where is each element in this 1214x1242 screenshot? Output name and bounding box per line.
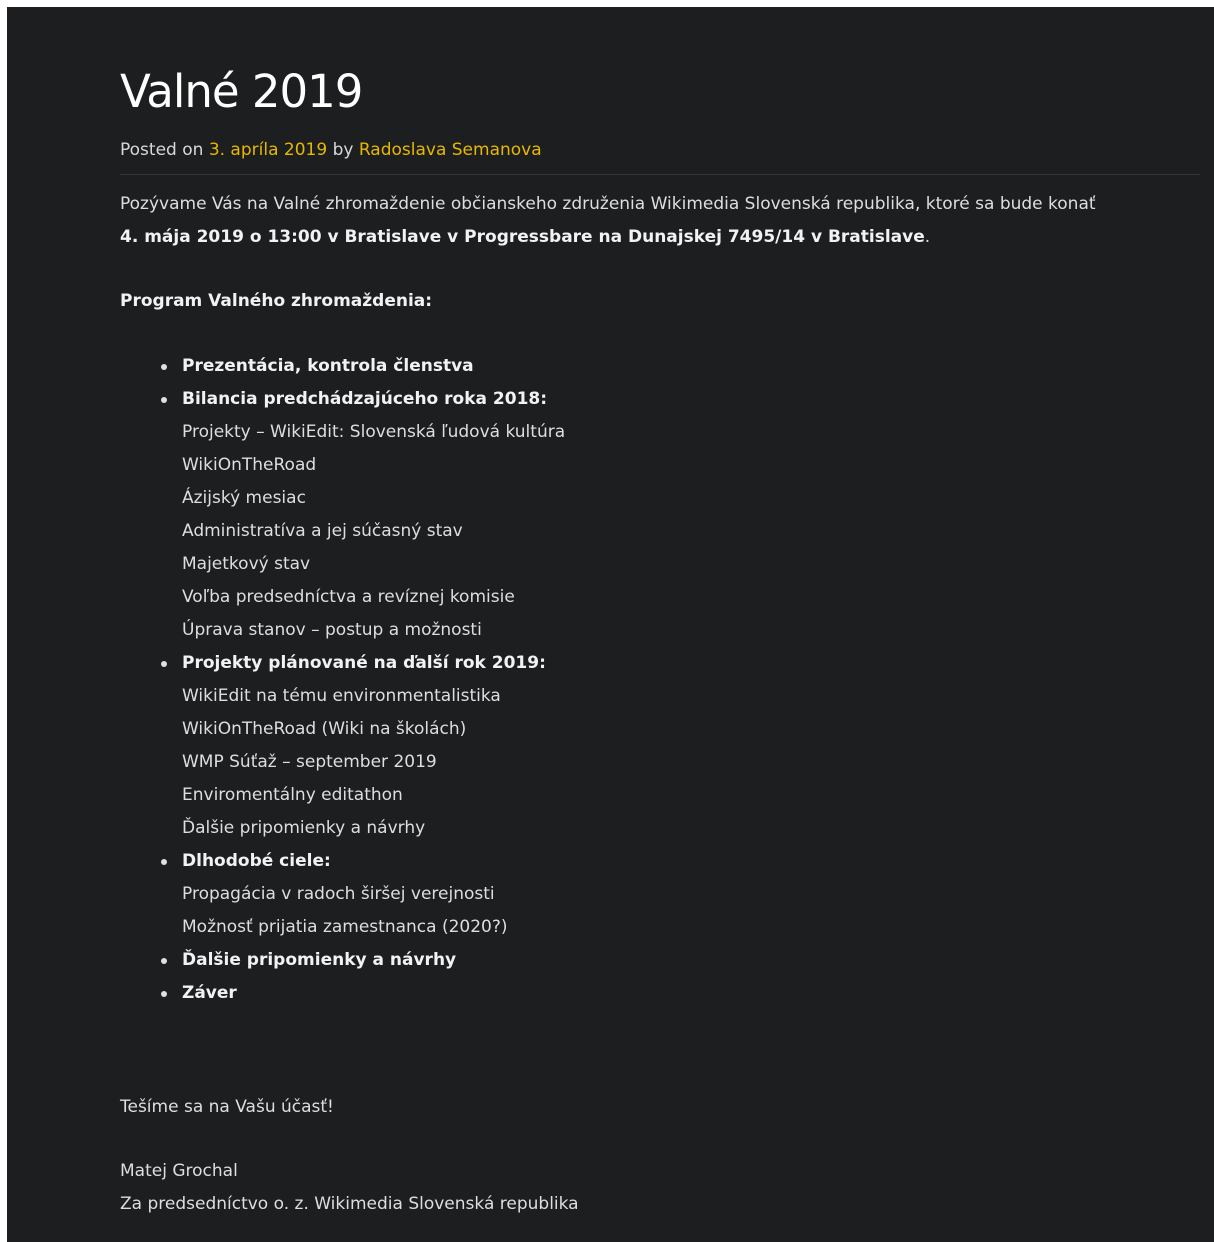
bullet-icon [161, 661, 167, 667]
bullet-icon [161, 859, 167, 865]
agenda-item-heading: Ďalšie pripomienky a návrhy [182, 950, 457, 970]
bullet-icon [161, 958, 167, 964]
agenda-subitem: WikiOnTheRoad (Wiki na školách) [182, 719, 467, 739]
agenda-item: Projekty plánované na ďalší rok 2019: Wik… [120, 647, 1200, 845]
agenda-subitem: Majetkový stav [182, 554, 311, 574]
agenda-subitem: Možnosť prijatia zamestnanca (2020?) [182, 917, 508, 937]
agenda-item: Bilancia predchádzajúceho roka 2018: Proj… [120, 383, 1200, 647]
agenda-item: Ďalšie pripomienky a návrhy [120, 944, 1200, 977]
agenda-item: Dlhodobé ciele: Propagácia v radoch širše… [120, 845, 1200, 944]
post-author-link[interactable]: Radoslava Semanova [359, 140, 542, 160]
bullet-icon [161, 397, 167, 403]
agenda-item: Záver [120, 977, 1200, 1010]
intro-bold-details: 4. mája 2019 o 13:00 v Bratislave v Prog… [120, 227, 925, 247]
posted-on-label: Posted on [120, 140, 204, 160]
agenda-item-heading: Projekty plánované na ďalší rok 2019: [182, 653, 546, 673]
agenda-item-heading: Dlhodobé ciele: [182, 851, 331, 871]
page-frame: Valné 2019 Posted on 3. apríla 2019 by R… [7, 7, 1214, 1242]
agenda-subitem: Voľba predsedníctva a revíznej komisie [182, 587, 515, 607]
agenda-subitem: WikiOnTheRoad [182, 455, 317, 475]
agenda-subitem: Enviromentálny editathon [182, 785, 403, 805]
agenda-subitem: Ďalšie pripomienky a návrhy [182, 818, 426, 838]
agenda-subitem: Projekty – WikiEdit: Slovenská ľudová ku… [182, 422, 566, 442]
bullet-icon [161, 991, 167, 997]
agenda-item: Prezentácia, kontrola členstva [120, 350, 1200, 383]
signature-name: Matej Grochal [120, 1161, 238, 1181]
agenda-item-heading: Bilancia predchádzajúceho roka 2018: [182, 389, 548, 409]
agenda-item-heading: Záver [182, 983, 237, 1003]
post-meta: Posted on 3. apríla 2019 by Radoslava Se… [120, 140, 1200, 160]
program-heading: Program Valného zhromaždenia: [120, 291, 433, 311]
agenda-subitem: WikiEdit na tému environmentalistika [182, 686, 501, 706]
closing-text: Tešíme sa na Vašu účasť! [120, 1097, 334, 1117]
agenda-subitem: Propagácia v radoch širšej verejnosti [182, 884, 495, 904]
agenda-item-heading: Prezentácia, kontrola členstva [182, 356, 474, 376]
agenda-list: Prezentácia, kontrola členstva Bilancia p… [120, 350, 1200, 1010]
intro-paragraph: Pozývame Vás na Valné zhromaždenie občia… [120, 188, 1200, 254]
post-date-link[interactable]: 3. apríla 2019 [209, 140, 327, 160]
agenda-subitem: WMP Súťaž – september 2019 [182, 752, 437, 772]
post-title: Valné 2019 [120, 65, 363, 118]
intro-text: Pozývame Vás na Valné zhromaždenie občia… [120, 194, 1096, 214]
signature-org: Za predsedníctvo o. z. Wikimedia Slovens… [120, 1194, 579, 1214]
bullet-icon [161, 364, 167, 370]
agenda-subitem: Administratíva a jej súčasný stav [182, 521, 463, 541]
agenda-subitem: Úprava stanov – postup a možnosti [182, 620, 482, 640]
by-label: by [332, 140, 354, 160]
program-heading-paragraph: Program Valného zhromaždenia: [120, 285, 1200, 318]
agenda-subitem: Ázijský mesiac [182, 488, 306, 508]
post-article: Valné 2019 Posted on 3. apríla 2019 by R… [120, 62, 1200, 1221]
post-content: Pozývame Vás na Valné zhromaždenie občia… [120, 188, 1200, 1221]
intro-end: . [924, 227, 931, 247]
meta-divider [120, 174, 1200, 175]
